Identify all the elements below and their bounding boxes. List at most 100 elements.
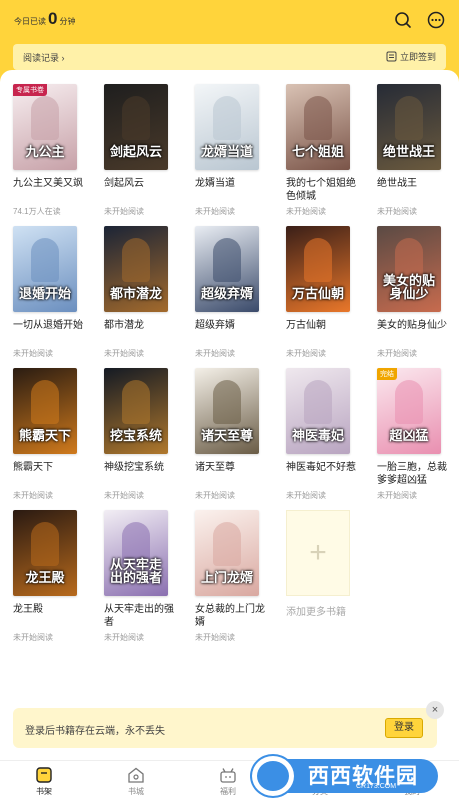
cover-title-art: 绝世战王 <box>382 145 435 161</box>
book-title[interactable]: 从天牢走出的强者 <box>104 603 180 629</box>
tab-bookshelf[interactable]: 书架 <box>24 767 64 797</box>
book-item[interactable]: 万古仙朝 万古仙朝 未开始阅读 <box>286 226 356 359</box>
cover-title-art: 超级弃婿 <box>200 287 253 303</box>
book-title[interactable]: 一切从退婚开始 <box>13 319 89 345</box>
close-banner-button[interactable]: × <box>426 701 444 719</box>
cover-figure <box>304 96 332 140</box>
book-item[interactable]: 诸天至尊 诸天至尊 未开始阅读 <box>195 368 265 501</box>
book-title[interactable]: 龙王殿 <box>13 603 89 629</box>
book-item[interactable]: 龙王殿 龙王殿 未开始阅读 <box>13 510 83 643</box>
book-cover[interactable]: 诸天至尊 <box>195 368 259 454</box>
book-status: 未开始阅读 <box>377 207 417 216</box>
watermark-url: CR173.COM <box>356 783 397 790</box>
book-item[interactable]: 从天牢走出的强者 从天牢走出的强者 未开始阅读 <box>104 510 174 643</box>
book-item[interactable]: 七个姐姐 我的七个姐姐绝色倾城 未开始阅读 <box>286 84 356 217</box>
book-item[interactable]: 神医毒妃 神医毒妃不好惹 未开始阅读 <box>286 368 356 501</box>
today-prefix: 今日已读 <box>14 17 46 26</box>
cover-figure <box>31 238 59 282</box>
book-cover[interactable]: 熊霸天下 <box>13 368 77 454</box>
book-status: 未开始阅读 <box>13 491 53 500</box>
book-item[interactable]: 超凶猛 完结 一胎三胞，总裁爹爹超凶猛 未开始阅读 <box>377 368 447 501</box>
add-more-books[interactable]: + 添加更多书籍 <box>286 510 356 618</box>
cover-figure <box>395 96 423 140</box>
book-item[interactable]: 剑起风云 剑起风云 未开始阅读 <box>104 84 174 217</box>
book-cover[interactable]: 神医毒妃 <box>286 368 350 454</box>
book-status: 未开始阅读 <box>377 491 417 500</box>
book-title[interactable]: 超级弃婿 <box>195 319 271 345</box>
book-item[interactable]: 绝世战王 绝世战王 未开始阅读 <box>377 84 447 217</box>
cover-title-art: 龙婿当道 <box>200 145 253 161</box>
book-status: 未开始阅读 <box>377 349 417 358</box>
book-status: 未开始阅读 <box>104 349 144 358</box>
book-cover[interactable]: 都市潜龙 <box>104 226 168 312</box>
cover-figure <box>304 238 332 282</box>
book-title[interactable]: 我的七个姐姐绝色倾城 <box>286 177 362 203</box>
book-title[interactable]: 神医毒妃不好惹 <box>286 461 362 487</box>
plus-icon: + <box>309 536 327 569</box>
tab-bookstore[interactable]: 书城 <box>116 767 156 797</box>
book-cover[interactable]: 绝世战王 <box>377 84 441 170</box>
book-title[interactable]: 一胎三胞，总裁爹爹超凶猛 <box>377 461 453 487</box>
cover-figure <box>213 380 241 424</box>
book-item[interactable]: 超级弃婿 超级弃婿 未开始阅读 <box>195 226 265 359</box>
gift-icon <box>219 767 237 783</box>
book-item[interactable]: 熊霸天下 熊霸天下 未开始阅读 <box>13 368 83 501</box>
book-title[interactable]: 女总裁的上门龙婿 <box>195 603 271 629</box>
search-icon[interactable] <box>394 11 412 29</box>
book-status: 74.1万人在读 <box>13 207 61 216</box>
book-badge: 完结 <box>377 368 397 380</box>
reading-record-link[interactable]: 阅读记录 › <box>23 51 65 64</box>
book-cover[interactable]: 龙王殿 <box>13 510 77 596</box>
cover-title-art: 超凶猛 <box>389 429 429 445</box>
book-cover[interactable]: 万古仙朝 <box>286 226 350 312</box>
add-more-label: 添加更多书籍 <box>286 607 346 618</box>
book-cover[interactable]: 超凶猛 完结 <box>377 368 441 454</box>
cover-title-art: 美女的贴身仙少 <box>382 273 435 303</box>
book-title[interactable]: 九公主又美又飒 <box>13 177 89 203</box>
book-cover[interactable]: 退婚开始 <box>13 226 77 312</box>
book-cover[interactable]: 上门龙婿 <box>195 510 259 596</box>
book-cover[interactable]: 剑起风云 <box>104 84 168 170</box>
book-cover[interactable]: 七个姐姐 <box>286 84 350 170</box>
book-item[interactable]: 退婚开始 一切从退婚开始 未开始阅读 <box>13 226 83 359</box>
cover-figure <box>31 380 59 424</box>
book-title[interactable]: 万古仙朝 <box>286 319 362 345</box>
cover-title-art: 诸天至尊 <box>200 429 253 445</box>
tab-welfare[interactable]: 福利 <box>208 767 248 797</box>
login-button[interactable]: 登录 <box>385 718 423 738</box>
book-cover[interactable]: 从天牢走出的强者 <box>104 510 168 596</box>
book-cover[interactable]: 挖宝系统 <box>104 368 168 454</box>
book-status: 未开始阅读 <box>195 207 235 216</box>
book-cover[interactable]: 龙婿当道 <box>195 84 259 170</box>
book-cover[interactable]: 超级弃婿 <box>195 226 259 312</box>
login-banner-text: 登录后书籍存在云端，永不丢失 <box>25 726 165 737</box>
bookstore-icon <box>127 767 145 783</box>
book-title[interactable]: 诸天至尊 <box>195 461 271 487</box>
book-title[interactable]: 熊霸天下 <box>13 461 89 487</box>
book-status: 未开始阅读 <box>195 349 235 358</box>
watermark-c-mark <box>252 756 294 796</box>
book-title[interactable]: 剑起风云 <box>104 177 180 203</box>
book-status: 未开始阅读 <box>286 207 326 216</box>
book-title[interactable]: 美女的贴身仙少 <box>377 319 453 345</box>
book-cover[interactable]: 九公主 专属书卷 <box>13 84 77 170</box>
book-item[interactable]: 都市潜龙 都市潜龙 未开始阅读 <box>104 226 174 359</box>
book-item[interactable]: 龙婿当道 龙婿当道 未开始阅读 <box>195 84 265 217</box>
book-cover[interactable]: 美女的贴身仙少 <box>377 226 441 312</box>
book-item[interactable]: 美女的贴身仙少 美女的贴身仙少 未开始阅读 <box>377 226 447 359</box>
checkin-button[interactable]: 立即签到 <box>386 50 436 63</box>
book-title[interactable]: 龙婿当道 <box>195 177 271 203</box>
cover-title-art: 万古仙朝 <box>291 287 344 303</box>
cover-figure <box>122 380 150 424</box>
book-title[interactable]: 神级挖宝系统 <box>104 461 180 487</box>
cover-figure <box>31 96 59 140</box>
book-item[interactable]: 挖宝系统 神级挖宝系统 未开始阅读 <box>104 368 174 501</box>
more-icon[interactable] <box>427 11 445 29</box>
book-title[interactable]: 都市潜龙 <box>104 319 180 345</box>
book-title[interactable]: 绝世战王 <box>377 177 453 203</box>
book-badge: 专属书卷 <box>13 84 47 96</box>
add-book-button[interactable]: + <box>286 510 350 596</box>
book-item[interactable]: 九公主 专属书卷 九公主又美又飒 74.1万人在读 <box>13 84 83 217</box>
book-item[interactable]: 上门龙婿 女总裁的上门龙婿 未开始阅读 <box>195 510 265 643</box>
cover-title-art: 从天牢走出的强者 <box>109 557 162 587</box>
